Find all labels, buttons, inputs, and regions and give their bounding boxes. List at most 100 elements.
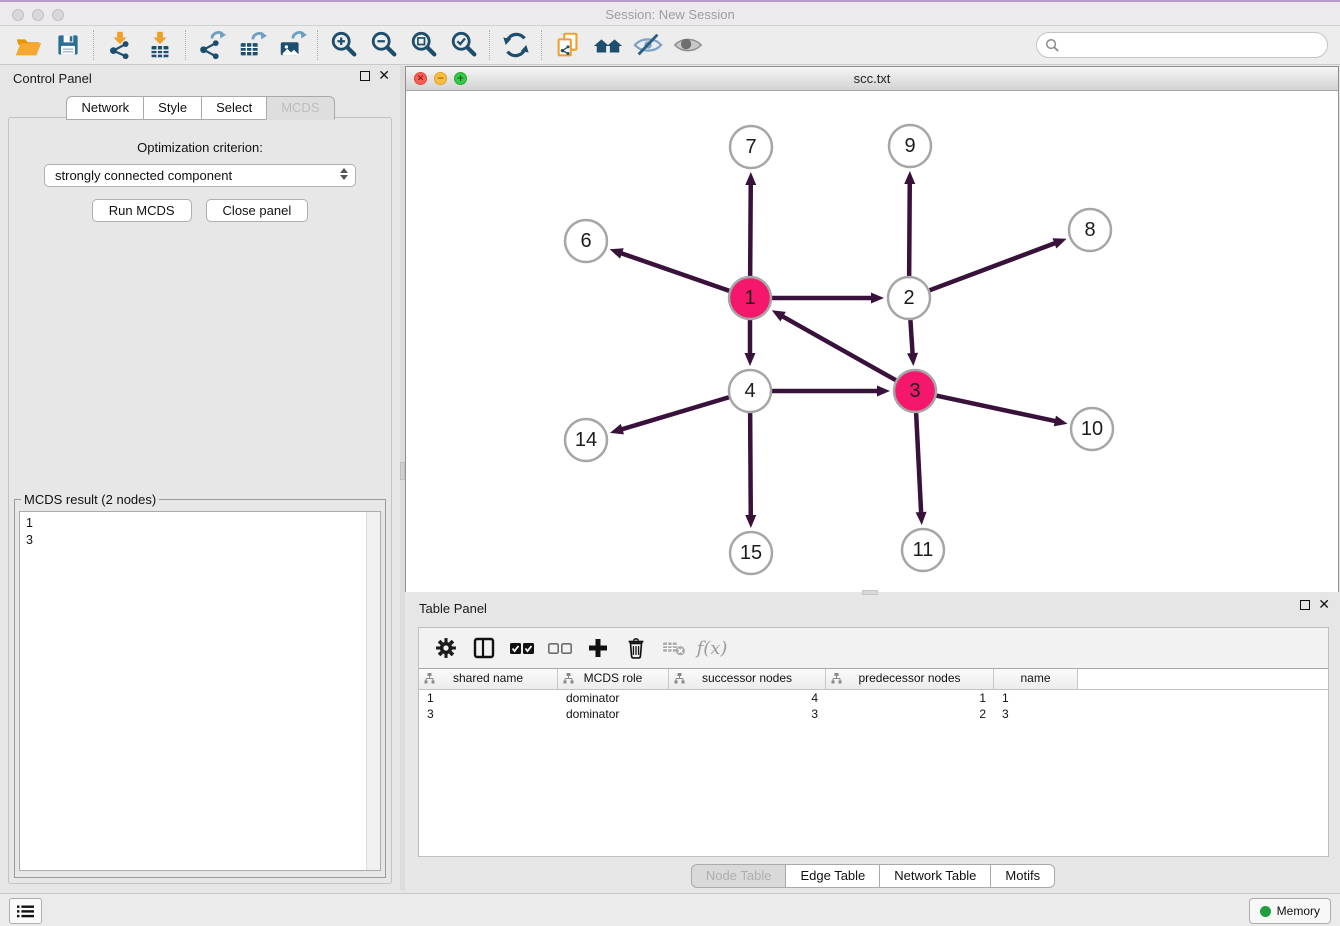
graph-node-label: 3 xyxy=(909,380,920,402)
graph-node-1[interactable]: 1 xyxy=(729,277,771,319)
cell-shared-name[interactable]: 1 xyxy=(419,690,558,706)
mcds-result-title: MCDS result (2 nodes) xyxy=(21,492,159,507)
tab-mcds[interactable]: MCDS xyxy=(266,96,334,120)
graph-node-6[interactable]: 6 xyxy=(565,220,607,262)
mcds-result-area[interactable]: 1 3 xyxy=(19,511,381,871)
close-table-panel-icon[interactable]: ✕ xyxy=(1318,600,1330,610)
graph-edge-4-14[interactable] xyxy=(621,396,732,429)
zoom-fit-icon[interactable] xyxy=(404,29,444,61)
export-image-icon[interactable] xyxy=(272,29,312,61)
hide-panels-icon[interactable] xyxy=(628,29,668,61)
float-panel-icon[interactable] xyxy=(360,71,370,81)
criterion-dropdown-value: strongly connected component xyxy=(55,168,232,183)
tab-node-table[interactable]: Node Table xyxy=(691,864,787,888)
show-column-panel-icon[interactable] xyxy=(467,633,501,663)
cell-successor-nodes[interactable]: 3 xyxy=(669,706,826,722)
import-network-icon[interactable] xyxy=(100,29,140,61)
add-column-icon[interactable] xyxy=(581,633,615,663)
network-overview-icon[interactable] xyxy=(588,29,628,61)
tab-motifs[interactable]: Motifs xyxy=(990,864,1055,888)
table-panel-tabs: Node TableEdge TableNetwork TableMotifs xyxy=(405,864,1340,888)
graph-edge-arrowhead xyxy=(610,424,624,435)
float-table-panel-icon[interactable] xyxy=(1300,600,1310,610)
tab-network[interactable]: Network xyxy=(66,96,144,120)
graph-edge-arrowhead xyxy=(904,171,915,184)
cell-successor-nodes[interactable]: 4 xyxy=(669,690,826,706)
column-header-MCDS-role[interactable]: MCDS role xyxy=(558,669,669,689)
cell-MCDS-role[interactable]: dominator xyxy=(558,706,669,722)
table-row[interactable]: 1dominator411 xyxy=(419,690,1328,706)
export-table-icon[interactable] xyxy=(232,29,272,61)
graph-node-8[interactable]: 8 xyxy=(1069,209,1111,251)
main-toolbar xyxy=(0,26,1340,65)
memory-button[interactable]: Memory xyxy=(1249,898,1331,924)
optimization-criterion-label: Optimization criterion: xyxy=(9,140,391,155)
table-settings-icon[interactable] xyxy=(429,633,463,663)
export-network-icon[interactable] xyxy=(192,29,232,61)
cell-predecessor-nodes[interactable]: 1 xyxy=(826,690,994,706)
result-scrollbar[interactable] xyxy=(366,512,380,870)
graph-node-9[interactable]: 9 xyxy=(889,125,931,167)
graph-edge-1-7[interactable] xyxy=(750,184,751,280)
duplicate-network-icon[interactable] xyxy=(548,29,588,61)
task-history-button[interactable] xyxy=(9,898,42,924)
close-panel-icon[interactable]: ✕ xyxy=(378,71,390,81)
zoom-out-icon[interactable] xyxy=(364,29,404,61)
criterion-dropdown[interactable]: strongly connected component xyxy=(44,164,356,187)
show-graphics-details-icon[interactable] xyxy=(668,29,708,61)
table-body: 1dominator4113dominator323 xyxy=(419,690,1328,722)
search-input[interactable] xyxy=(1066,37,1319,54)
apply-function-icon[interactable]: f(x) xyxy=(695,633,729,663)
cell-MCDS-role[interactable]: dominator xyxy=(558,690,669,706)
cell-shared-name[interactable]: 3 xyxy=(419,706,558,722)
save-session-icon[interactable] xyxy=(48,29,88,61)
column-header-successor-nodes[interactable]: successor nodes xyxy=(669,669,826,689)
table-panel: Table Panel ✕ xyxy=(405,595,1340,890)
refresh-view-icon[interactable] xyxy=(496,29,536,61)
column-header-predecessor-nodes[interactable]: predecessor nodes xyxy=(826,669,994,689)
graph-node-4[interactable]: 4 xyxy=(729,370,771,412)
cell-name[interactable]: 1 xyxy=(994,690,1078,706)
zoom-in-icon[interactable] xyxy=(324,29,364,61)
graph-edge-4-15[interactable] xyxy=(750,409,751,516)
cell-name[interactable]: 3 xyxy=(994,706,1078,722)
zoom-selected-icon[interactable] xyxy=(444,29,484,61)
delete-column-icon[interactable] xyxy=(657,633,691,663)
column-header-shared-name[interactable]: shared name xyxy=(419,669,558,689)
graph-node-label: 1 xyxy=(744,287,755,309)
graph-node-3[interactable]: 3 xyxy=(894,370,936,412)
open-session-icon[interactable] xyxy=(8,29,48,61)
graph-edge-3-11[interactable] xyxy=(916,409,921,513)
import-table-icon[interactable] xyxy=(140,29,180,61)
node-table-container: f(x) shared nameMCDS rolesuccessor nodes… xyxy=(418,627,1329,857)
graph-node-11[interactable]: 11 xyxy=(902,529,944,571)
graph-node-14[interactable]: 14 xyxy=(565,419,607,461)
network-canvas[interactable]: 1 2 3 4 6 7 8 9 10 11 14 15 xyxy=(406,91,1338,592)
graph-node-7[interactable]: 7 xyxy=(730,126,772,168)
tab-style[interactable]: Style xyxy=(143,96,202,120)
table-row[interactable]: 3dominator323 xyxy=(419,706,1328,722)
column-header-name[interactable]: name xyxy=(994,669,1078,689)
tab-network-table[interactable]: Network Table xyxy=(879,864,991,888)
graph-edge-2-3[interactable] xyxy=(910,316,912,354)
delete-row-icon[interactable] xyxy=(619,633,653,663)
graph-node-10[interactable]: 10 xyxy=(1071,408,1113,450)
close-panel-button[interactable]: Close panel xyxy=(206,199,309,222)
graph-edge-1-6[interactable] xyxy=(621,253,733,292)
graph-edge-3-10[interactable] xyxy=(933,395,1056,421)
graph-edge-3-1[interactable] xyxy=(782,316,899,382)
tab-select[interactable]: Select xyxy=(201,96,267,120)
graph-edge-2-9[interactable] xyxy=(909,183,910,280)
graph-node-15[interactable]: 15 xyxy=(730,532,772,574)
select-all-rows-icon[interactable] xyxy=(505,633,539,663)
graph-node-label: 4 xyxy=(744,380,755,402)
mcds-result-box: MCDS result (2 nodes) 1 3 xyxy=(14,492,386,878)
graph-edge-2-8[interactable] xyxy=(926,243,1056,292)
cell-predecessor-nodes[interactable]: 2 xyxy=(826,706,994,722)
run-mcds-button[interactable]: Run MCDS xyxy=(92,199,192,222)
network-window-titlebar[interactable]: ✕ − + scc.txt xyxy=(406,67,1338,91)
deselect-all-rows-icon[interactable] xyxy=(543,633,577,663)
tab-edge-table[interactable]: Edge Table xyxy=(785,864,880,888)
mcds-tab-content: Optimization criterion: strongly connect… xyxy=(8,117,392,884)
graph-node-2[interactable]: 2 xyxy=(888,277,930,319)
